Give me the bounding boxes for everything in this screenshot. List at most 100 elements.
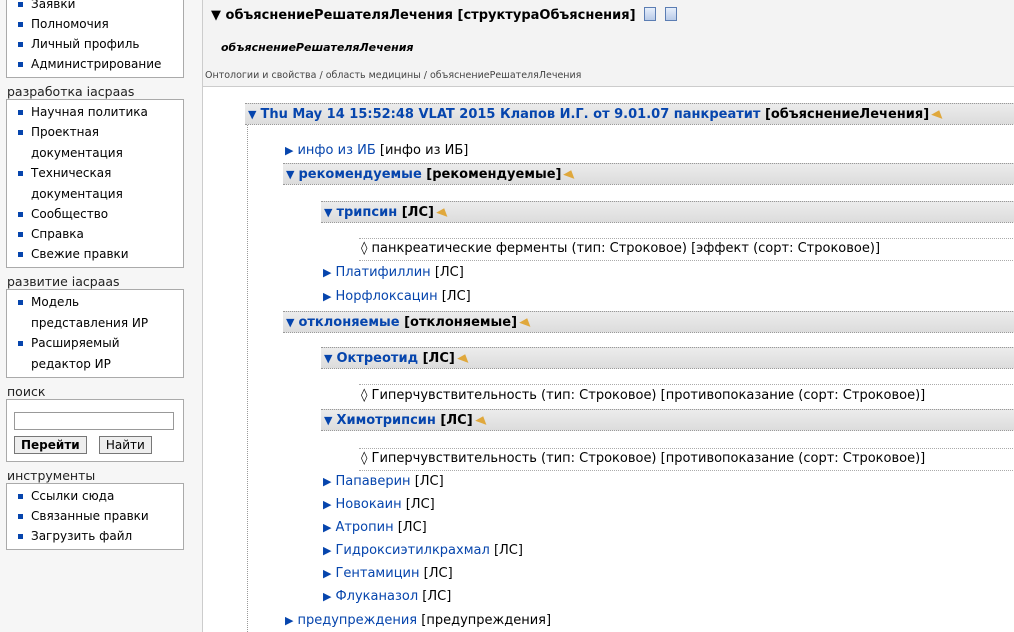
link-arrow-icon[interactable] bbox=[436, 206, 450, 217]
tree-node-tripsin[interactable]: ▼ трипсин [ЛС] bbox=[321, 201, 1014, 223]
evo-section-title: развитие iacpaas bbox=[7, 274, 120, 289]
tree-node-type: [ЛС] bbox=[493, 543, 523, 558]
evo-menu: Модель представления ИР Расширяемый реда… bbox=[6, 289, 184, 378]
tree-node-type: [отклоняемые] bbox=[404, 315, 518, 330]
tree-node-type: [ЛС] bbox=[397, 520, 427, 535]
tree-node-warnings[interactable]: ▶ предупреждения [предупреждения] bbox=[285, 611, 551, 631]
tree-node-norflox[interactable]: ▶ Норфлоксацин [ЛС] bbox=[323, 287, 471, 307]
tree-node-oktreotid[interactable]: ▼ Октреотид [ЛС] bbox=[321, 347, 1014, 369]
expand-triangle-icon[interactable]: ▶ bbox=[323, 498, 331, 511]
sidebar-item-permissions[interactable]: Полномочия bbox=[7, 14, 183, 34]
link-arrow-icon[interactable] bbox=[519, 316, 533, 327]
tree-node-novokain[interactable]: ▶ Новокаин [ЛС] bbox=[323, 495, 435, 515]
expand-triangle-icon[interactable]: ▶ bbox=[323, 590, 331, 603]
sidebar-item-science[interactable]: Научная политика bbox=[7, 102, 183, 122]
personal-menu: Заявки Полномочия Личный профиль Админис… bbox=[6, 0, 184, 78]
tree-node-name[interactable]: рекомендуемые bbox=[298, 167, 421, 182]
tree-node-name[interactable]: Норфлоксацин bbox=[335, 289, 437, 304]
tools-section-title: инструменты bbox=[7, 468, 96, 483]
tree-node-himotripsin[interactable]: ▼ Химотрипсин [ЛС] bbox=[321, 409, 1014, 431]
dev-section-title: разработка iacpaas bbox=[7, 84, 135, 99]
tree-node-platifillin[interactable]: ▶ Платифиллин [ЛС] bbox=[323, 263, 464, 283]
go-button[interactable]: Перейти bbox=[14, 436, 87, 454]
tree-node-name[interactable]: Новокаин bbox=[335, 497, 401, 512]
sidebar-item-whatlinks[interactable]: Ссылки сюда bbox=[7, 486, 183, 506]
tree-node-type: [ЛС] bbox=[405, 497, 435, 512]
tree-node-rejected[interactable]: ▼ отклоняемые [отклоняемые] bbox=[283, 311, 1014, 333]
tools-menu: Ссылки сюда Связанные правки Загрузить ф… bbox=[6, 483, 184, 550]
sidebar-item-upload[interactable]: Загрузить файл bbox=[7, 526, 183, 546]
link-arrow-icon[interactable] bbox=[457, 352, 471, 363]
expand-triangle-icon[interactable]: ▶ bbox=[323, 544, 331, 557]
page-title-text: ▼ объяснениеРешателяЛечения [структураОб… bbox=[211, 8, 636, 23]
tree-node-name[interactable]: Атропин bbox=[335, 520, 393, 535]
tree-root[interactable]: ▼ Thu May 14 15:52:48 VLAT 2015 Клапов И.… bbox=[245, 103, 1014, 125]
tree-node-name[interactable]: отклоняемые bbox=[298, 315, 399, 330]
expand-triangle-icon[interactable]: ▶ bbox=[323, 521, 331, 534]
tree-node-recommended[interactable]: ▼ рекомендуемые [рекомендуемые] bbox=[283, 163, 1014, 185]
sidebar-item-tech-docs[interactable]: Техническая документация bbox=[7, 163, 141, 204]
tree-node-atropin[interactable]: ▶ Атропин [ЛС] bbox=[323, 518, 427, 538]
expand-triangle-icon[interactable]: ▶ bbox=[323, 290, 331, 303]
collapse-triangle-icon[interactable]: ▼ bbox=[324, 352, 332, 365]
tree-node-hes[interactable]: ▶ Гидроксиэтилкрахмал [ЛС] bbox=[323, 541, 523, 561]
tree-node-info[interactable]: ▶ инфо из ИБ [инфо из ИБ] bbox=[285, 141, 468, 161]
sidebar-item-requests[interactable]: Заявки bbox=[7, 0, 183, 14]
search-input[interactable] bbox=[14, 412, 174, 430]
tree-node-name[interactable]: Флуканазол bbox=[335, 589, 418, 604]
search-section-title: поиск bbox=[7, 384, 46, 399]
tree-node-type: [ЛС] bbox=[441, 289, 471, 304]
sidebar-item-editor[interactable]: Расширяемый редактор ИР bbox=[7, 333, 141, 374]
find-button[interactable]: Найти bbox=[98, 436, 152, 454]
expand-triangle-icon[interactable]: ▶ bbox=[285, 144, 293, 157]
page-subtitle: объяснениеРешателяЛечения bbox=[221, 41, 414, 54]
tree-node-flukanazol[interactable]: ▶ Флуканазол [ЛС] bbox=[323, 587, 451, 607]
tree-node-papaverin[interactable]: ▶ Папаверин [ЛС] bbox=[323, 472, 444, 492]
tree-node-name[interactable]: трипсин bbox=[336, 205, 397, 220]
tree-node-type: [ЛС] bbox=[414, 474, 444, 489]
tree-property: ◊ панкреатические ферменты (тип: Строков… bbox=[361, 241, 881, 256]
tree-node-name[interactable]: предупреждения bbox=[297, 613, 417, 628]
tree-node-name[interactable]: Химотрипсин bbox=[336, 413, 435, 428]
tree-node-name[interactable]: инфо из ИБ bbox=[297, 143, 375, 158]
tree-node-type: [ЛС] bbox=[423, 566, 453, 581]
link-arrow-icon[interactable] bbox=[563, 168, 578, 179]
sidebar-item-project-docs[interactable]: Проектная документация bbox=[7, 122, 141, 163]
sidebar-item-admin[interactable]: Администрирование bbox=[7, 54, 183, 74]
sidebar-item-related[interactable]: Связанные правки bbox=[7, 506, 183, 526]
sidebar-item-help[interactable]: Справка bbox=[7, 224, 183, 244]
tree-node-type: [ЛС] bbox=[440, 413, 473, 428]
collapse-triangle-icon[interactable]: ▼ bbox=[286, 316, 294, 329]
expand-triangle-icon[interactable]: ▶ bbox=[323, 266, 331, 279]
collapse-triangle-icon[interactable]: ▼ bbox=[324, 206, 332, 219]
tree-node-type: [ЛС] bbox=[401, 205, 434, 220]
search-box: Перейти Найти bbox=[6, 399, 184, 462]
tree-node-name[interactable]: Гентамицин bbox=[335, 566, 419, 581]
tree-node-name[interactable]: Гидроксиэтилкрахмал bbox=[335, 543, 489, 558]
expand-triangle-icon[interactable]: ▶ bbox=[285, 614, 293, 627]
link-arrow-icon[interactable] bbox=[931, 108, 945, 119]
expand-triangle-icon[interactable]: ▶ bbox=[323, 567, 331, 580]
separator bbox=[359, 384, 1014, 385]
breadcrumb: Онтологии и свойства / область медицины … bbox=[205, 70, 582, 81]
collapse-triangle-icon[interactable]: ▼ bbox=[248, 108, 256, 121]
tree-property: ◊ Гиперчувствительность (тип: Строковое)… bbox=[361, 451, 926, 466]
sidebar-item-community[interactable]: Сообщество bbox=[7, 204, 183, 224]
tree-node-gentamicin[interactable]: ▶ Гентамицин [ЛС] bbox=[323, 564, 453, 584]
separator bbox=[359, 470, 1014, 471]
tree-node-name[interactable]: Октреотид bbox=[336, 351, 418, 366]
sidebar-item-profile[interactable]: Личный профиль bbox=[7, 34, 183, 54]
export-icon[interactable] bbox=[664, 7, 677, 21]
link-arrow-icon[interactable] bbox=[474, 414, 489, 425]
collapse-triangle-icon[interactable]: ▼ bbox=[324, 414, 332, 427]
tree-node-name[interactable]: Платифиллин bbox=[335, 265, 430, 280]
expand-triangle-icon[interactable]: ▶ bbox=[323, 475, 331, 488]
separator bbox=[359, 260, 1014, 261]
collapse-triangle-icon[interactable]: ▼ bbox=[286, 168, 294, 181]
sidebar-item-model[interactable]: Модель представления ИР bbox=[7, 292, 151, 333]
tree-node-name[interactable]: Папаверин bbox=[335, 474, 410, 489]
document-icon[interactable] bbox=[644, 7, 657, 21]
main-content: ▼ объяснениеРешателяЛечения [структураОб… bbox=[202, 0, 1014, 632]
tree-root-name[interactable]: Thu May 14 15:52:48 VLAT 2015 Клапов И.Г… bbox=[260, 107, 760, 122]
sidebar-item-recent[interactable]: Свежие правки bbox=[7, 244, 183, 264]
